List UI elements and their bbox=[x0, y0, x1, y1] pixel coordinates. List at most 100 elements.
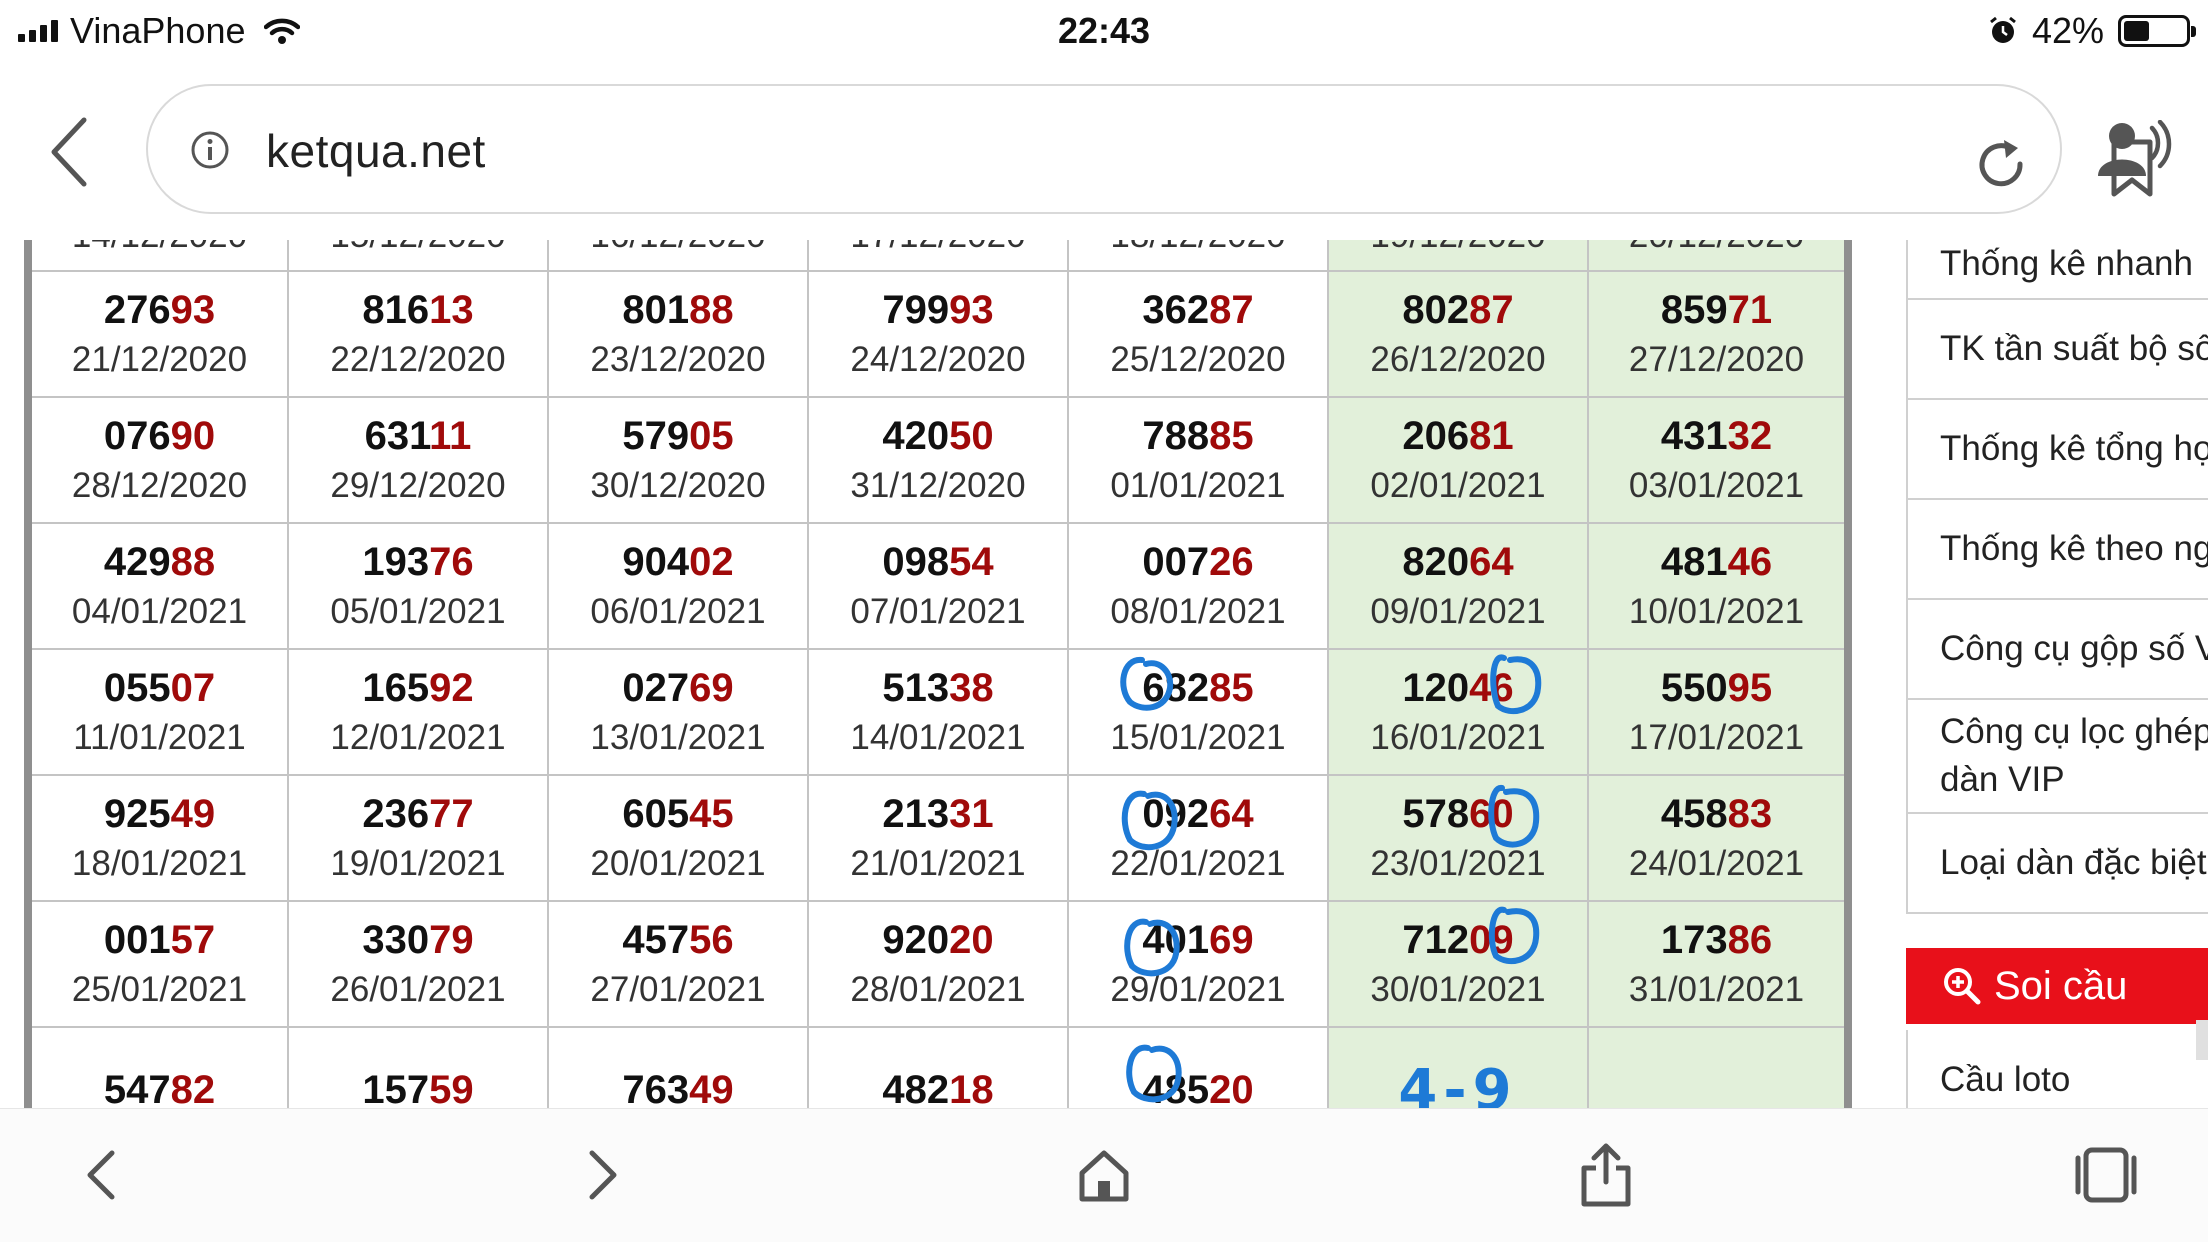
result-number-tail: 20 bbox=[949, 918, 994, 962]
home-button[interactable] bbox=[1068, 1139, 1140, 1211]
table-cell: 18/12/2020 bbox=[1067, 240, 1329, 272]
result-number-tail: 77 bbox=[429, 792, 474, 836]
result-number-head: 605 bbox=[622, 792, 690, 836]
table-cell: 21331 21/01/2021 bbox=[807, 774, 1069, 902]
sidebar-item[interactable]: Thống kê nhanh bbox=[1908, 240, 2208, 300]
sidebar-item[interactable]: Công cụ lọc ghép dàn VIP bbox=[1908, 700, 2208, 814]
result-date: 15/01/2021 bbox=[1110, 718, 1286, 757]
speaker-icon[interactable] bbox=[2098, 120, 2172, 180]
result-date: 15/12/2020 bbox=[289, 240, 547, 260]
home-icon bbox=[1079, 1150, 1129, 1202]
result-date: 17/12/2020 bbox=[809, 240, 1067, 260]
back-button[interactable] bbox=[64, 1139, 136, 1211]
sidebar-item[interactable]: Loại dàn đặc biệt bbox=[1908, 814, 2208, 914]
result-number: 68285 bbox=[1069, 662, 1327, 714]
result-date: 20/12/2020 bbox=[1589, 240, 1844, 260]
result-number: 17386 bbox=[1589, 914, 1844, 966]
result-number: 76349 bbox=[549, 1064, 807, 1108]
table-row: 92549 18/01/2021 23677 19/01/2021 60545 20/01… bbox=[27, 774, 1849, 902]
soi-cau-button[interactable]: Soi cầu bbox=[1906, 948, 2208, 1024]
result-number-head: 362 bbox=[1142, 288, 1210, 332]
result-number: 36287 bbox=[1069, 284, 1327, 336]
table-cell bbox=[1587, 1026, 1849, 1108]
result-date: 02/01/2021 bbox=[1370, 466, 1546, 505]
result-number-head: 482 bbox=[882, 1068, 950, 1108]
url-field[interactable]: ketqua.net bbox=[146, 84, 2153, 214]
share-button[interactable] bbox=[1570, 1139, 1642, 1211]
forward-button[interactable] bbox=[568, 1139, 640, 1211]
result-number: 48520 bbox=[1069, 1064, 1327, 1108]
result-date: 18/12/2020 bbox=[1069, 240, 1327, 260]
result-number: 60545 bbox=[549, 788, 807, 840]
sidebar-menu: Thống kê nhanh TK tần suất bộ số Thống kê … bbox=[1906, 240, 2208, 914]
battery-percent: 42% bbox=[2031, 10, 2104, 51]
result-date: 13/01/2021 bbox=[590, 718, 766, 757]
tabs-icon bbox=[2075, 1147, 2137, 1203]
sidebar-item[interactable]: Thống kê theo ngày bbox=[1908, 500, 2208, 600]
sidebar-item[interactable]: Thống kê tổng hợp bbox=[1908, 400, 2208, 500]
table-cell: 09854 07/01/2021 bbox=[807, 522, 1069, 650]
table-row: 00157 25/01/2021 33079 26/01/2021 45756 27/01… bbox=[27, 900, 1849, 1028]
result-number-head: 802 bbox=[1402, 288, 1470, 332]
result-date: 10/01/2021 bbox=[1628, 592, 1805, 631]
search-icon bbox=[1944, 968, 1981, 1005]
table-row: 54782 15759 76349 48218 48520 4-9 bbox=[27, 1026, 1849, 1108]
result-date: 27/01/2021 bbox=[590, 970, 766, 1009]
result-date: 21/12/2020 bbox=[71, 340, 248, 379]
back-button[interactable] bbox=[40, 114, 100, 190]
info-icon[interactable] bbox=[190, 130, 230, 170]
url-text[interactable]: ketqua.net bbox=[266, 124, 486, 178]
result-number-head: 481 bbox=[1660, 540, 1728, 584]
sidebar-item-cau-loto[interactable]: Cầu loto bbox=[1906, 1030, 2208, 1108]
table-cell: 15/12/2020 bbox=[287, 240, 549, 272]
share-icon bbox=[1581, 1143, 1631, 1207]
reload-icon[interactable] bbox=[1974, 138, 2030, 194]
tabs-button[interactable] bbox=[2070, 1139, 2142, 1211]
result-number-head: 236 bbox=[362, 792, 430, 836]
table-cell: 05507 11/01/2021 bbox=[27, 648, 289, 776]
result-number: 09854 bbox=[809, 536, 1067, 588]
result-date: 25/01/2021 bbox=[71, 970, 248, 1009]
result-number: 57860 bbox=[1329, 788, 1587, 840]
result-number: 43132 bbox=[1589, 410, 1844, 462]
result-date: 14/01/2021 bbox=[850, 718, 1026, 757]
result-number-head: 429 bbox=[103, 540, 171, 584]
back-icon bbox=[87, 1150, 115, 1200]
scrollbar[interactable] bbox=[2196, 1020, 2208, 1060]
result-number-tail: 86 bbox=[1727, 918, 1773, 962]
result-date: 31/12/2020 bbox=[850, 466, 1026, 505]
result-number-tail: 13 bbox=[429, 288, 474, 332]
result-number-tail: 85 bbox=[1209, 666, 1254, 710]
result-number-tail: 92 bbox=[429, 666, 474, 710]
result-number-tail: 09 bbox=[1469, 918, 1514, 962]
result-number-tail: 46 bbox=[1469, 666, 1514, 710]
result-number: 07690 bbox=[32, 410, 287, 462]
table-cell: 57905 30/12/2020 bbox=[547, 396, 809, 524]
table-cell: 20681 02/01/2021 bbox=[1327, 396, 1589, 524]
result-number-head: 330 bbox=[362, 918, 430, 962]
result-number-head: 801 bbox=[622, 288, 690, 332]
result-date: 11/01/2021 bbox=[73, 718, 246, 757]
result-date: 07/01/2021 bbox=[850, 592, 1026, 631]
result-number: 33079 bbox=[289, 914, 547, 966]
result-number-tail: 38 bbox=[949, 666, 994, 710]
result-number-tail: 95 bbox=[1727, 666, 1773, 710]
result-date: 23/01/2021 bbox=[1370, 844, 1546, 883]
table-cell: 81613 22/12/2020 bbox=[287, 270, 549, 398]
result-number-tail: 90 bbox=[170, 414, 216, 458]
result-number-head: 076 bbox=[103, 414, 171, 458]
sidebar-item[interactable]: TK tần suất bộ số bbox=[1908, 300, 2208, 400]
table-cell: 48218 bbox=[807, 1026, 1069, 1108]
sidebar-item[interactable]: Công cụ gộp số VIP bbox=[1908, 600, 2208, 700]
result-number-head: 092 bbox=[1142, 792, 1210, 836]
result-date: 23/12/2020 bbox=[590, 340, 766, 379]
result-number-tail: 11 bbox=[429, 414, 472, 458]
result-number-head: 431 bbox=[1660, 414, 1728, 458]
table-cell: 02769 13/01/2021 bbox=[547, 648, 809, 776]
result-number: 92549 bbox=[32, 788, 287, 840]
result-number-head: 578 bbox=[1402, 792, 1470, 836]
result-date: 27/12/2020 bbox=[1628, 340, 1805, 379]
result-number-tail: 20 bbox=[1209, 1068, 1254, 1108]
result-number-tail: 85 bbox=[1209, 414, 1254, 458]
result-number: 51338 bbox=[809, 662, 1067, 714]
